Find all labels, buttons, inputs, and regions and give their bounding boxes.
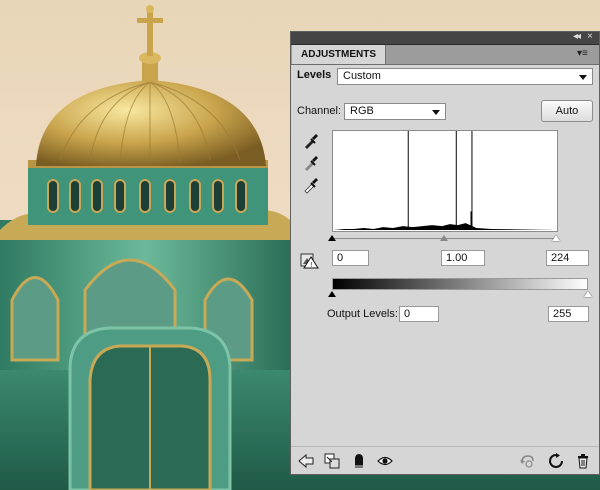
black-point-eyedropper-icon[interactable] (302, 132, 320, 150)
channel-value: RGB (350, 105, 374, 117)
panel-menu-icon[interactable]: ▾≡ (577, 47, 595, 61)
close-icon[interactable]: × (587, 30, 593, 44)
output-gradient-bar (332, 278, 588, 290)
auto-button[interactable]: Auto (541, 100, 593, 122)
preset-value: Custom (343, 70, 381, 82)
adjustment-name-label: Levels (297, 69, 332, 81)
input-black-field[interactable]: 0 (332, 250, 369, 266)
channel-select[interactable]: RGB (344, 103, 446, 120)
mask-icon[interactable] (351, 453, 367, 469)
clipping-warning-icon[interactable]: ! (300, 252, 320, 270)
back-arrow-icon[interactable] (298, 453, 314, 469)
panel-footer (291, 446, 599, 475)
panel-titlebar[interactable]: ◂◂ × (291, 30, 599, 45)
input-white-field[interactable]: 224 (546, 250, 589, 266)
input-midtone-field[interactable]: 1.00 (441, 250, 485, 266)
output-levels-label: Output Levels: (327, 308, 398, 320)
gray-point-eyedropper-icon[interactable] (302, 154, 320, 172)
input-midtone-handle[interactable] (440, 235, 448, 241)
panel-tabbar: ADJUSTMENTS ▾≡ (291, 45, 599, 65)
input-black-point-handle[interactable] (328, 235, 336, 241)
clip-to-layer-icon[interactable] (324, 453, 340, 469)
output-white-field[interactable]: 255 (548, 306, 589, 322)
channel-label: Channel: (297, 105, 342, 117)
chevron-down-icon (579, 75, 587, 80)
double-left-arrow-icon[interactable]: ◂◂ (573, 30, 581, 44)
reset-icon[interactable] (548, 453, 564, 469)
view-previous-state-icon[interactable] (519, 453, 535, 469)
chevron-down-icon (432, 110, 440, 115)
tab-adjustments[interactable]: ADJUSTMENTS (292, 45, 387, 64)
trash-icon[interactable] (575, 453, 591, 469)
output-black-handle[interactable] (328, 291, 336, 297)
output-white-handle[interactable] (584, 291, 592, 297)
output-black-field[interactable]: 0 (399, 306, 439, 322)
input-white-point-handle[interactable] (552, 235, 560, 241)
histogram (332, 130, 558, 232)
white-point-eyedropper-icon[interactable] (302, 176, 320, 194)
adjustments-panel: ◂◂ × ADJUSTMENTS ▾≡ Levels Custom Channe… (290, 31, 600, 475)
preset-select[interactable]: Custom (337, 68, 593, 85)
visibility-eye-icon[interactable] (377, 453, 393, 469)
svg-text:!: ! (310, 262, 312, 269)
